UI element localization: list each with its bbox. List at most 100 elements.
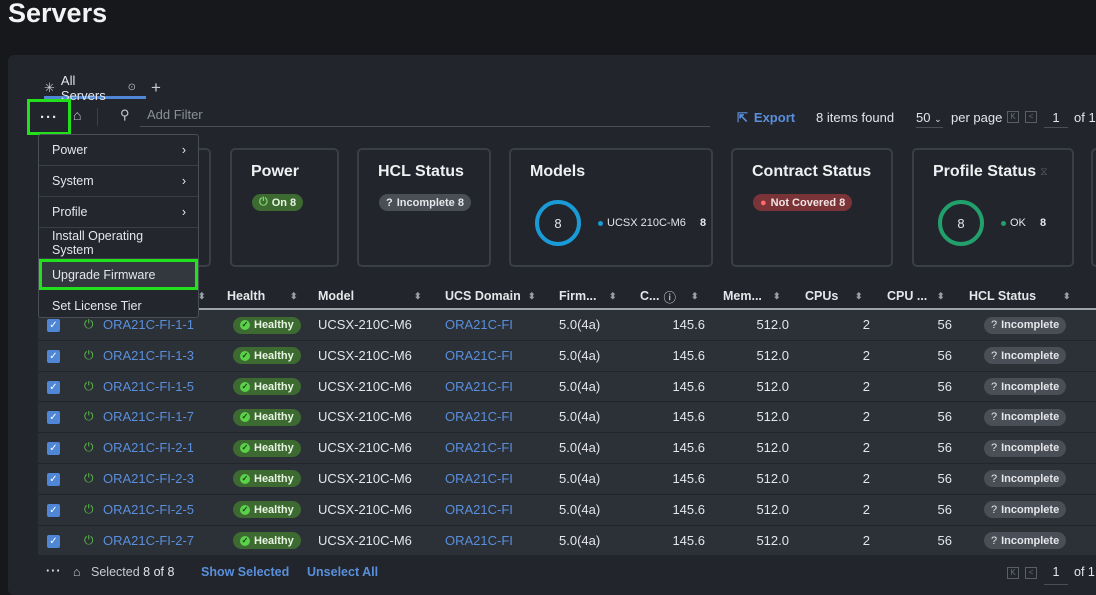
prev-page-icon[interactable]: < <box>1025 567 1037 579</box>
table-row[interactable]: ✓ ⏻ ORA21C-FI-1-3 ✓ Healthy UCSX-210C-M6 … <box>38 340 1096 372</box>
menu-item-install-os[interactable]: Install Operating System <box>39 228 198 259</box>
sort-icon[interactable]: ⬍ <box>414 288 422 304</box>
server-name-link[interactable]: ORA21C-FI-1-5 <box>103 379 194 394</box>
tag-icon[interactable]: ⌂ <box>73 565 81 579</box>
card-partial[interactable] <box>1091 148 1096 267</box>
row-checkbox[interactable]: ✓ <box>47 472 60 486</box>
page-input[interactable]: 1 <box>1044 110 1068 128</box>
model-cell: UCSX-210C-M6 <box>318 317 412 332</box>
card-models[interactable]: Models 8 UCSX 210C-M6 8 <box>509 148 713 267</box>
column-header[interactable]: CPU ... <box>887 288 927 304</box>
row-checkbox[interactable]: ✓ <box>47 349 60 363</box>
settings-icon[interactable]: ⊙ <box>128 82 136 93</box>
column-header[interactable]: Firm... <box>559 288 597 304</box>
column-header[interactable]: Mem... <box>723 288 762 304</box>
first-page-icon[interactable]: K <box>1007 111 1019 123</box>
tab-all-servers[interactable]: ✳ All Servers ⊙ <box>44 73 146 103</box>
footer-more-button[interactable]: ··· <box>46 564 62 578</box>
row-checkbox[interactable]: ✓ <box>47 411 60 425</box>
domain-link[interactable]: ORA21C-FI <box>445 379 513 394</box>
first-page-icon[interactable]: K <box>1007 567 1019 579</box>
column-header[interactable]: HCL Status <box>969 288 1036 304</box>
menu-item-set-license-tier[interactable]: Set License Tier <box>39 290 198 321</box>
profile-donut[interactable]: 8 <box>938 200 984 246</box>
check-circle-icon: ✓ <box>240 504 250 515</box>
server-name-link[interactable]: ORA21C-FI-2-1 <box>103 440 194 455</box>
more-actions-button[interactable]: ··· <box>27 99 71 135</box>
server-name-link[interactable]: ORA21C-FI-2-7 <box>103 533 194 548</box>
server-name-link[interactable]: ORA21C-FI-2-5 <box>103 502 194 517</box>
info-icon[interactable]: ⓘ <box>663 287 676 306</box>
models-legend[interactable]: UCSX 210C-M6 8 <box>598 217 706 229</box>
table-row[interactable]: ✓ ⏻ ORA21C-FI-2-3 ✓ Healthy UCSX-210C-M6 … <box>38 463 1096 495</box>
card-power[interactable]: Power ⏻ On 8 <box>230 148 339 267</box>
row-checkbox[interactable]: ✓ <box>47 442 60 456</box>
table-row[interactable]: ✓ ⏻ ORA21C-FI-2-1 ✓ Healthy UCSX-210C-M6 … <box>38 433 1096 464</box>
table-row[interactable]: ✓ ⏻ ORA21C-FI-2-5 ✓ Healthy UCSX-210C-M6 … <box>38 494 1096 526</box>
column-header[interactable]: UCS Domain <box>445 288 521 304</box>
column-header[interactable]: Model <box>318 288 354 304</box>
card-contract-status[interactable]: Contract Status ● Not Covered 8 <box>731 148 893 267</box>
sort-icon[interactable]: ⬍ <box>937 288 945 304</box>
export-label: Export <box>753 110 796 125</box>
filter-input[interactable]: Add Filter <box>140 107 710 127</box>
footer-page-input[interactable]: 1 <box>1044 565 1068 585</box>
hcl-label: Incomplete <box>1001 503 1060 516</box>
server-name-link[interactable]: ORA21C-FI-2-3 <box>103 471 194 486</box>
memory-cell: 512.0 <box>756 440 789 456</box>
domain-link[interactable]: ORA21C-FI <box>445 471 513 486</box>
menu-item-profile[interactable]: Profile › <box>39 197 198 228</box>
sort-icon[interactable]: ⬍ <box>773 288 781 304</box>
column-header[interactable]: C... ⓘ <box>640 287 676 306</box>
profile-legend[interactable]: OK 8 <box>1001 217 1046 229</box>
unselect-all-link[interactable]: Unselect All <box>307 565 378 579</box>
menu-item-upgrade-firmware[interactable]: Upgrade Firmware <box>39 259 198 290</box>
domain-link[interactable]: ORA21C-FI <box>445 533 513 548</box>
table-row[interactable]: ✓ ⏻ ORA21C-FI-1-5 ✓ Healthy UCSX-210C-M6 … <box>38 371 1096 403</box>
menu-item-power[interactable]: Power › <box>39 135 198 166</box>
sort-icon[interactable]: ⬍ <box>691 288 699 304</box>
table-row[interactable]: ✓ ⏻ ORA21C-FI-1-7 ✓ Healthy UCSX-210C-M6 … <box>38 402 1096 434</box>
export-button[interactable]: ⇱ Export <box>737 110 795 126</box>
hcl-badge: ? Incomplete <box>984 408 1067 426</box>
sort-icon[interactable]: ⬍ <box>855 288 863 304</box>
sort-icon[interactable]: ⬍ <box>528 288 536 304</box>
sort-icon[interactable]: ⬍ <box>609 288 617 304</box>
server-name-link[interactable]: ORA21C-FI-1-7 <box>103 409 194 424</box>
hcl-incomplete-badge[interactable]: ? Incomplete 8 <box>379 194 471 211</box>
table-row[interactable]: ✓ ⏻ ORA21C-FI-2-7 ✓ Healthy UCSX-210C-M6 … <box>38 525 1096 557</box>
per-page-select[interactable]: 50 ⌄ <box>916 110 943 128</box>
not-covered-badge[interactable]: ● Not Covered 8 <box>753 194 853 211</box>
power-on-badge[interactable]: ⏻ On 8 <box>252 194 304 211</box>
column-header[interactable]: Health <box>227 288 265 304</box>
sort-icon[interactable]: ⬍ <box>1063 288 1071 304</box>
sort-icon[interactable]: ⬍ <box>198 288 206 304</box>
prev-page-icon[interactable]: < <box>1025 111 1037 123</box>
show-selected-link[interactable]: Show Selected <box>201 565 289 579</box>
domain-link[interactable]: ORA21C-FI <box>445 348 513 363</box>
add-tab-button[interactable]: + <box>151 78 161 98</box>
sort-icon[interactable]: ⬍ <box>290 288 298 304</box>
firmware-cell: 5.0(4a) <box>559 470 601 486</box>
row-checkbox[interactable]: ✓ <box>47 380 60 394</box>
selected-count: Selected 8 of 8 <box>91 565 174 579</box>
card-profile-status[interactable]: Profile Status ⧖ 8 OK 8 <box>912 148 1074 267</box>
row-checkbox[interactable]: ✓ <box>47 503 60 517</box>
cpus-cell: 2 <box>862 440 870 456</box>
server-name-link[interactable]: ORA21C-FI-1-3 <box>103 348 194 363</box>
domain-link[interactable]: ORA21C-FI <box>445 440 513 455</box>
domain-link[interactable]: ORA21C-FI <box>445 317 513 332</box>
filter-icon[interactable]: ⧖ <box>1040 166 1048 179</box>
question-icon: ? <box>991 472 998 485</box>
domain-link[interactable]: ORA21C-FI <box>445 502 513 517</box>
row-checkbox[interactable]: ✓ <box>47 534 60 548</box>
tag-icon[interactable]: ⌂ <box>73 107 81 123</box>
column-header[interactable]: CPUs <box>805 288 838 304</box>
models-donut[interactable]: 8 <box>535 200 581 246</box>
chevron-right-icon: › <box>181 205 186 219</box>
domain-link[interactable]: ORA21C-FI <box>445 409 513 424</box>
health-badge: ✓ Healthy <box>233 347 301 365</box>
menu-item-system[interactable]: System › <box>39 166 198 197</box>
card-hcl-status[interactable]: HCL Status ? Incomplete 8 <box>357 148 491 267</box>
cpus-cell: 2 <box>862 470 870 486</box>
